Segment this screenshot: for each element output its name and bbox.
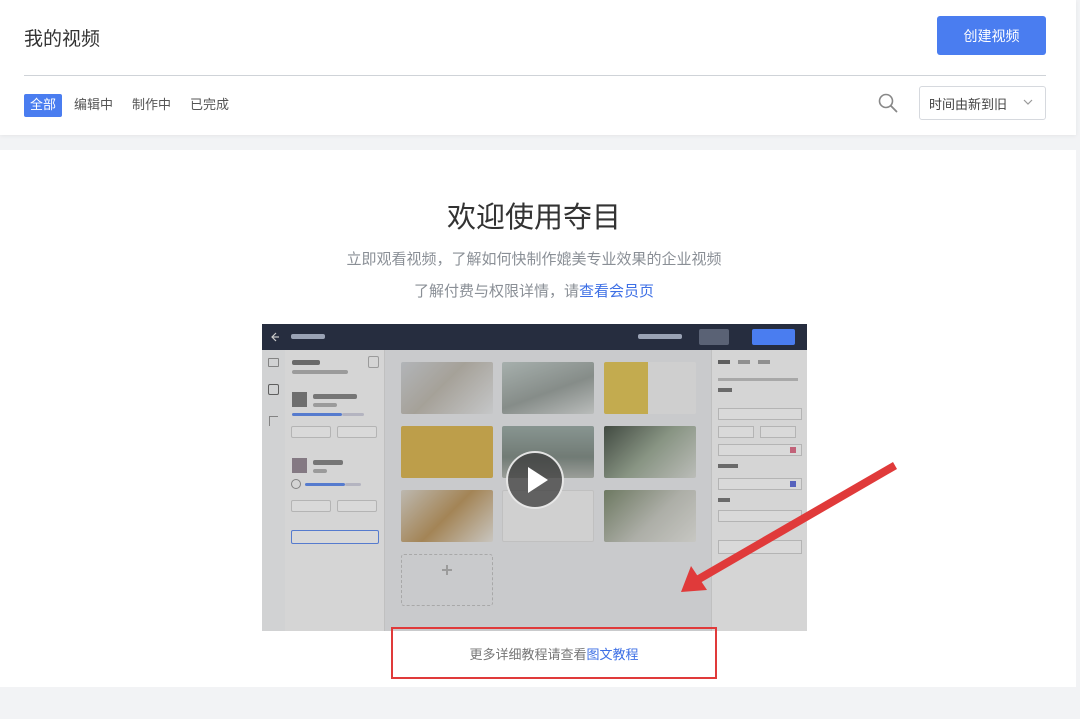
welcome-title: 欢迎使用夺目: [446, 200, 621, 234]
sort-select[interactable]: 时间由新到旧: [919, 86, 1046, 120]
intro-line-2: 了解付费与权限详情，请查看会员页: [0, 280, 1068, 301]
tutorial-video-thumbnail[interactable]: [262, 324, 807, 631]
filter-tabs: 全部 编辑中 制作中 已完成: [24, 94, 248, 117]
welcome-card: 欢迎使用夺目 立即观看视频，了解如何快制作媲美专业效果的企业视频 了解付费与权限…: [0, 150, 1076, 687]
thumbnail-editor-topbar: [262, 324, 807, 350]
more-tutorials-box: 更多详细教程请查看 图文教程: [391, 627, 717, 679]
page-title: 我的视频: [24, 28, 101, 50]
tab-producing[interactable]: 制作中: [132, 94, 171, 117]
intro-line-2-prefix: 了解付费与权限详情，请: [413, 282, 579, 300]
search-icon[interactable]: [878, 93, 898, 113]
header-divider: [24, 75, 1046, 76]
tab-all[interactable]: 全部: [24, 94, 63, 117]
more-tutorials-prefix: 更多详细教程请查看: [469, 647, 587, 663]
back-arrow-icon: [271, 332, 279, 342]
sort-select-value: 时间由新到旧: [929, 97, 1008, 113]
create-video-button[interactable]: 创建视频: [937, 16, 1046, 55]
chevron-down-icon: [1023, 99, 1033, 105]
graphic-tutorial-link[interactable]: 图文教程: [587, 644, 639, 663]
member-page-link[interactable]: 查看会员页: [579, 282, 654, 300]
tab-completed[interactable]: 已完成: [190, 94, 229, 117]
tab-editing[interactable]: 编辑中: [74, 94, 113, 117]
play-video-button[interactable]: [506, 451, 564, 509]
intro-line-1: 立即观看视频，了解如何快制作媲美专业效果的企业视频: [346, 250, 722, 268]
play-icon: [528, 467, 548, 493]
header-card: 我的视频 创建视频 全部 编辑中 制作中 已完成 时间由新到旧: [0, 0, 1076, 135]
